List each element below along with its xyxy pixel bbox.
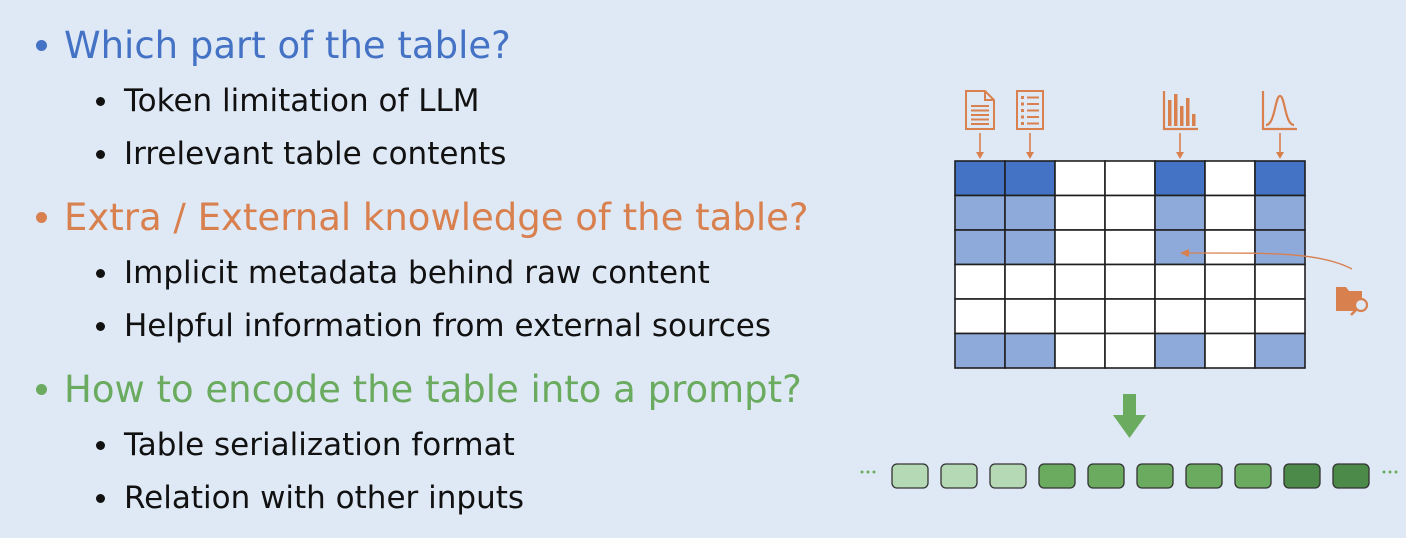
- ellipsis-left: [860, 470, 876, 474]
- table-cell: [1154, 160, 1206, 197]
- arrow-down-small-icon: [1276, 133, 1284, 159]
- arrow-down-icon: [1113, 394, 1146, 438]
- token-box: [940, 463, 978, 489]
- table-cell: [1154, 194, 1206, 231]
- list-icon: [1016, 90, 1044, 130]
- table-cell: [954, 263, 1006, 300]
- table-cell: [954, 229, 1006, 266]
- table-cell: [1254, 160, 1306, 197]
- table-cell: [1104, 298, 1156, 335]
- table-cell: [1054, 160, 1106, 197]
- table-cell: [1004, 194, 1056, 231]
- table-cell: [1054, 298, 1106, 335]
- table-cell: [1054, 332, 1106, 369]
- table-cell: [954, 160, 1006, 197]
- token-sequence: [891, 463, 1370, 489]
- table-cell: [1054, 263, 1106, 300]
- token-box: [1087, 463, 1125, 489]
- table-cell: [954, 298, 1006, 335]
- table-cell: [1204, 229, 1256, 266]
- table-cell: [954, 332, 1006, 369]
- table-cell: [954, 194, 1006, 231]
- table-cell: [1154, 263, 1206, 300]
- token-box: [891, 463, 929, 489]
- token-box: [1332, 463, 1370, 489]
- table-cell: [1154, 229, 1206, 266]
- token-box: [1136, 463, 1174, 489]
- arrow-down-small-icon: [1176, 133, 1184, 159]
- token-box: [989, 463, 1027, 489]
- table-cell: [1154, 298, 1206, 335]
- table-cell: [1254, 194, 1306, 231]
- token-box: [1038, 463, 1076, 489]
- arrow-down-small-icon: [1026, 133, 1034, 159]
- table-grid: [954, 160, 1306, 369]
- arrow-down-small-icon: [976, 133, 984, 159]
- folder-search-icon: [1336, 287, 1369, 316]
- table-cell: [1154, 332, 1206, 369]
- table-cell: [1104, 229, 1156, 266]
- table-cell: [1004, 298, 1056, 335]
- ellipsis-right: [1382, 470, 1398, 474]
- table-cell: [1004, 263, 1056, 300]
- table-cell: [1054, 229, 1106, 266]
- table-cell: [1104, 194, 1156, 231]
- table-cell: [1104, 263, 1156, 300]
- bar-chart-icon: [1162, 91, 1198, 131]
- table-cell: [1004, 229, 1056, 266]
- table-prompt-figure: [860, 90, 1398, 489]
- token-box: [1185, 463, 1223, 489]
- table-cell: [1104, 160, 1156, 197]
- table-cell: [1004, 332, 1056, 369]
- document-icon: [965, 90, 995, 130]
- table-cell: [1204, 332, 1256, 369]
- table-cell: [1254, 263, 1306, 300]
- token-box: [1234, 463, 1272, 489]
- table-cell: [1254, 332, 1306, 369]
- table-cell: [1104, 332, 1156, 369]
- table-cell: [1254, 298, 1306, 335]
- table-cell: [1054, 194, 1106, 231]
- token-box: [1283, 463, 1321, 489]
- table-cell: [1254, 229, 1306, 266]
- table-cell: [1204, 194, 1256, 231]
- table-cell: [1204, 263, 1256, 300]
- distribution-chart-icon: [1261, 91, 1297, 131]
- table-cell: [1204, 298, 1256, 335]
- table-cell: [1204, 160, 1256, 197]
- table-cell: [1004, 160, 1056, 197]
